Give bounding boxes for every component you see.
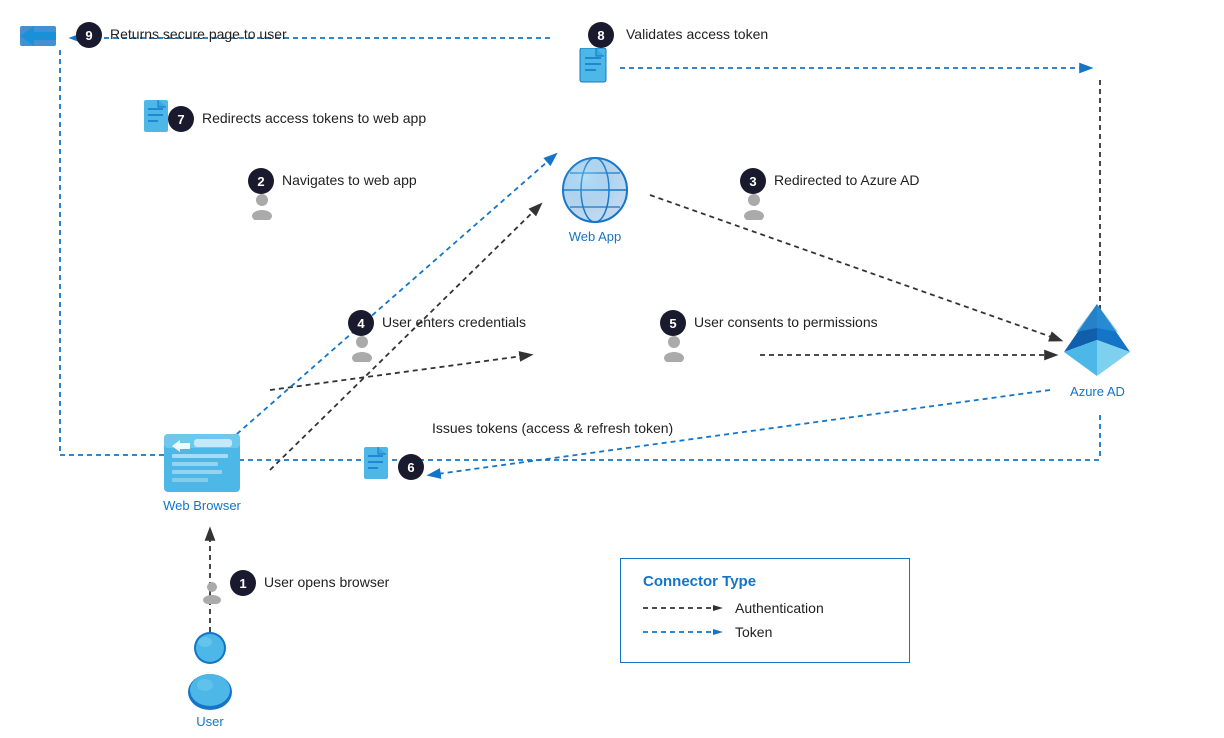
step-2-badge: 2: [248, 168, 274, 194]
step-6-label: Issues tokens (access & refresh token): [432, 420, 673, 436]
step-8-label: Validates access token: [626, 26, 768, 42]
legend-token-label: Token: [735, 624, 772, 640]
legend-title: Connector Type: [643, 573, 887, 590]
token-doc-icon-6: [362, 447, 392, 488]
legend-token-row: Token: [643, 624, 887, 640]
token-doc-icon-8: [578, 48, 610, 91]
step-5-label: User consents to permissions: [694, 314, 878, 330]
step-7-label: Redirects access tokens to web app: [202, 110, 426, 126]
azure-ad-icon: Azure AD: [1060, 300, 1135, 399]
user-figure-icon: User: [175, 630, 245, 729]
user-silhouette-3: [740, 192, 768, 225]
legend-auth-line: [643, 600, 723, 616]
web-app-label: Web App: [569, 229, 622, 244]
token-doc-icon-7: [142, 100, 172, 141]
diagram-container: 9 Returns secure page to user 8 Validate…: [0, 0, 1224, 738]
legend-auth-label: Authentication: [735, 600, 824, 616]
step-8-badge: 8: [588, 22, 614, 48]
step-2-label: Navigates to web app: [282, 172, 417, 188]
step-4-label: User enters credentials: [382, 314, 526, 330]
azure-ad-label: Azure AD: [1070, 384, 1125, 399]
step-1-badge: 1: [230, 570, 256, 596]
legend-auth-row: Authentication: [643, 600, 887, 616]
user-silhouette-4: [348, 334, 376, 367]
user-silhouette-5: [660, 334, 688, 367]
step-3-label: Redirected to Azure AD: [774, 172, 920, 188]
user-silhouette-1: [200, 580, 224, 609]
return-arrow-icon: [20, 18, 64, 59]
user-silhouette-2: [248, 192, 276, 225]
step-9-label: Returns secure page to user: [110, 26, 287, 42]
step-5-badge: 5: [660, 310, 686, 336]
step-4-badge: 4: [348, 310, 374, 336]
step-1-label: User opens browser: [264, 574, 389, 590]
step-3-badge: 3: [740, 168, 766, 194]
web-app-icon: Web App: [560, 155, 630, 244]
web-browser-label: Web Browser: [163, 498, 241, 513]
legend-token-line: [643, 624, 723, 640]
user-label: User: [196, 714, 223, 729]
web-browser-icon: Web Browser: [162, 432, 242, 513]
step-9-badge: 9: [76, 22, 102, 48]
step-6-badge: 6: [398, 454, 424, 480]
legend-box: Connector Type Authentication Token: [620, 558, 910, 663]
